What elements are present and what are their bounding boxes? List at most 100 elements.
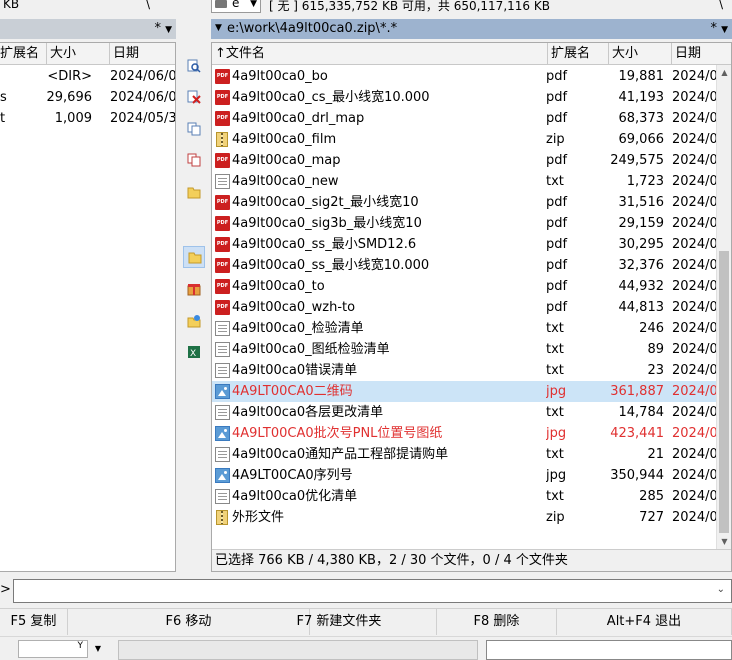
right-file-panel[interactable]: ↑文件名 扩展名 大小 日期 4a9lt00ca0_bopdf19,881202…	[211, 42, 732, 572]
f7-new-folder-button[interactable]: F7 新建文件夹	[242, 609, 437, 635]
file-row[interactable]: 4A9LT00CA0批次号PNL位置号图纸 jpg 423,441 2024/0	[212, 423, 718, 444]
column-header-size[interactable]: 大小	[609, 43, 672, 65]
column-header-ext[interactable]: 扩展名	[548, 43, 609, 65]
folder-icon	[187, 187, 201, 199]
f8-delete-button[interactable]: F8 删除	[437, 609, 557, 635]
f5-copy-button[interactable]: F5 复制	[0, 609, 68, 635]
folder-view-button[interactable]	[183, 246, 205, 268]
file-size: 361,887	[610, 384, 664, 399]
pack-button[interactable]	[183, 279, 205, 301]
column-header-name[interactable]: ↑文件名	[212, 43, 548, 65]
column-header-date[interactable]: 日期	[672, 43, 731, 65]
file-row[interactable]: 4a9lt00ca0_ss_最小线宽10.000 pdf 32,376 2024/0	[212, 255, 718, 276]
file-row[interactable]: 外形文件 zip 727 2024/0	[212, 507, 718, 528]
file-row[interactable]: 4a9lt00ca0_ss_最小SMD12.6 pdf 30,295 2024/0	[212, 234, 718, 255]
column-header-size[interactable]: 大小	[47, 43, 110, 65]
file-ext: pdf	[546, 195, 568, 210]
folder-icon	[188, 252, 202, 264]
file-date: 2024/0	[672, 258, 718, 273]
file-ext: pdf	[546, 279, 568, 294]
chevron-down-icon[interactable]: ⌄	[717, 584, 725, 595]
file-size: 727	[639, 510, 664, 525]
right-filter-button[interactable]: * ▼	[710, 21, 728, 36]
right-root-button[interactable]: \	[719, 0, 723, 11]
left-root-button[interactable]: \	[146, 0, 150, 10]
txt-file-icon	[215, 321, 230, 336]
file-row[interactable]: 4a9lt00ca0_sig2t_最小线宽10 pdf 31,516 2024/0	[212, 192, 718, 213]
file-date: 2024/05/3	[110, 111, 176, 126]
file-size: 32,376	[618, 258, 665, 273]
right-path-bar[interactable]: ▼ e:\work\4a9lt00ca0.zip\*.* * ▼	[211, 19, 732, 39]
file-row[interactable]: 4a9lt00ca0通知产品工程部提请购单 txt 21 2024/0	[212, 444, 718, 465]
bottom-strip: Y ▼	[0, 636, 732, 660]
file-size: 350,944	[610, 468, 664, 483]
file-ext: txt	[546, 321, 564, 336]
file-row[interactable]: 4A9LT00CA0序列号 jpg 350,944 2024/0	[212, 465, 718, 486]
file-name: 4a9lt00ca0错误清单	[232, 363, 358, 378]
excel-button[interactable]: X	[183, 342, 205, 364]
chevron-down-icon: ▼	[165, 25, 172, 35]
pdf-file-icon	[215, 90, 230, 105]
file-size: 14,784	[618, 405, 665, 420]
file-ext: pdf	[546, 69, 568, 84]
file-date: 2024/0	[672, 468, 718, 483]
file-row[interactable]: 4a9lt00ca0_to pdf 44,932 2024/0	[212, 276, 718, 297]
file-row[interactable]: 4a9lt00ca0_wzh-to pdf 44,813 2024/0	[212, 297, 718, 318]
new-folder-button[interactable]	[183, 311, 205, 333]
list-item[interactable]: <DIR> 2024/06/0	[0, 66, 175, 87]
file-size: 423,441	[610, 426, 664, 441]
file-ext: pdf	[546, 153, 568, 168]
command-input[interactable]: ⌄	[13, 579, 732, 603]
file-row[interactable]: 4a9lt00ca0错误清单 txt 23 2024/0	[212, 360, 718, 381]
file-row[interactable]: 4a9lt00ca0_new txt 1,723 2024/0	[212, 171, 718, 192]
left-path-bar[interactable]: * ▼	[0, 19, 176, 39]
scroll-up-icon[interactable]: ▲	[717, 65, 731, 81]
open-folder-button[interactable]	[183, 182, 205, 204]
pdf-file-icon	[215, 258, 230, 273]
file-date: 2024/0	[672, 510, 718, 525]
scroll-thumb[interactable]	[719, 251, 729, 533]
file-row[interactable]: 4a9lt00ca0_cs_最小线宽10.000 pdf 41,193 2024/0	[212, 87, 718, 108]
column-header-date[interactable]: 日期	[110, 43, 175, 65]
txt-file-icon	[215, 447, 230, 462]
file-name: 4a9lt00ca0_drl_map	[232, 111, 365, 126]
history-dropdown-icon[interactable]: ▼	[215, 23, 222, 33]
file-row[interactable]: 4a9lt00ca0_图纸检验清单 txt 89 2024/0	[212, 339, 718, 360]
column-header-ext[interactable]: 扩展名	[0, 43, 47, 65]
file-row[interactable]: 4a9lt00ca0_bo pdf 19,881 2024/0	[212, 66, 718, 87]
left-file-panel[interactable]: 扩展名 大小 日期 <DIR> 2024/06/0 s 29,696 2024/06/0…	[0, 42, 176, 572]
chevron-down-icon: ▼	[721, 25, 728, 35]
file-row[interactable]: 4A9LT00CA0二维码 jpg 361,887 2024/0	[212, 381, 718, 402]
left-filter-button[interactable]: * ▼	[154, 21, 172, 36]
file-size: 29,696	[46, 90, 93, 105]
copy-button[interactable]	[183, 119, 205, 141]
file-row[interactable]: 4a9lt00ca0_sig3b_最小线宽10 pdf 29,159 2024/0	[212, 213, 718, 234]
bottom-combo[interactable]: Y	[18, 640, 88, 658]
file-name: 4a9lt00ca0_ss_最小线宽10.000	[232, 258, 430, 273]
file-row[interactable]: 4a9lt00ca0各层更改清单 txt 14,784 2024/0	[212, 402, 718, 423]
file-name: 4A9LT00CA0二维码	[232, 384, 353, 399]
list-item[interactable]: t 1,009 2024/05/3	[0, 108, 175, 129]
move-button[interactable]	[183, 150, 205, 172]
file-size: 1,723	[626, 174, 664, 189]
file-row[interactable]: 4a9lt00ca0_检验清单 txt 246 2024/0	[212, 318, 718, 339]
alt-f4-exit-button[interactable]: Alt+F4 退出	[557, 609, 732, 635]
file-row[interactable]: 4a9lt00ca0_film zip 69,066 2024/0	[212, 129, 718, 150]
file-row[interactable]: 4a9lt00ca0优化清单 txt 285 2024/0	[212, 486, 718, 507]
file-row[interactable]: 4a9lt00ca0_drl_map pdf 68,373 2024/0	[212, 108, 718, 129]
drive-selector[interactable]: e ▼	[211, 0, 261, 13]
file-date: 2024/0	[672, 279, 718, 294]
list-item[interactable]: s 29,696 2024/06/0	[0, 87, 175, 108]
vertical-scrollbar[interactable]: ▲ ▼	[716, 65, 731, 550]
bottom-window-fragment	[118, 640, 478, 660]
file-row[interactable]: 4a9lt00ca0_map pdf 249,575 2024/0	[212, 150, 718, 171]
delete-button[interactable]	[183, 87, 205, 109]
scroll-down-icon[interactable]: ▼	[717, 534, 731, 550]
file-name: 4a9lt00ca0_图纸检验清单	[232, 342, 390, 357]
file-name: 4A9LT00CA0序列号	[232, 468, 353, 483]
chevron-down-icon[interactable]: ▼	[90, 640, 106, 658]
zip-file-icon	[216, 510, 228, 525]
file-size: <DIR>	[47, 69, 92, 84]
file-name: 4a9lt00ca0_new	[232, 174, 339, 189]
find-button[interactable]	[183, 56, 205, 78]
